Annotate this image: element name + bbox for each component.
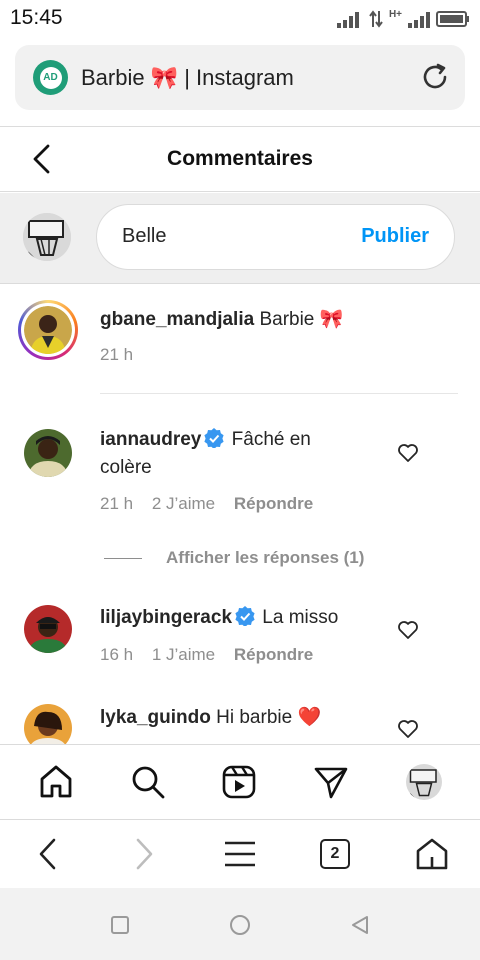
browser-home-button[interactable]: [412, 834, 452, 874]
browser-menu-button[interactable]: [220, 834, 260, 874]
browser-forward-button[interactable]: [124, 834, 164, 874]
status-time: 15:45: [10, 6, 63, 29]
comment-composer: Belle Publier: [0, 193, 480, 284]
recents-button[interactable]: [108, 913, 132, 937]
like-heart-icon[interactable]: [397, 443, 419, 463]
status-icons: H+: [336, 8, 470, 30]
tab-title[interactable]: Barbie 🎀 | Instagram: [81, 65, 294, 91]
caption-meta: 21 h: [100, 345, 147, 365]
comment-body: iannaudrey Fâché en colère: [100, 426, 320, 482]
caption-divider: [100, 393, 458, 394]
publish-button[interactable]: Publier: [361, 225, 429, 248]
nav-search[interactable]: [129, 763, 167, 801]
comment-username[interactable]: liljaybingerack: [100, 607, 232, 628]
comment-input[interactable]: Belle Publier: [96, 204, 455, 270]
commenter-avatar[interactable]: [24, 605, 72, 653]
caption-username[interactable]: gbane_mandjalia: [100, 309, 254, 330]
system-back-button[interactable]: [348, 913, 372, 937]
reels-icon: [222, 765, 256, 799]
nav-direct[interactable]: [312, 763, 350, 801]
signal-icon: [336, 12, 359, 28]
home-icon: [40, 765, 72, 798]
reload-icon[interactable]: [419, 61, 451, 93]
author-avatar[interactable]: [18, 300, 78, 360]
back-arrow-icon: [39, 838, 56, 870]
view-replies-button[interactable]: Afficher les réponses (1): [104, 546, 364, 570]
browser-url-bar[interactable]: AD Barbie 🎀 | Instagram: [15, 45, 465, 110]
system-nav-bar: [0, 888, 480, 960]
comment-item: lyka_guindo Hi barbie ❤️: [0, 704, 480, 744]
comment-time: 21 h: [100, 494, 134, 513]
divider: [0, 191, 480, 192]
signal-icon-2: [408, 12, 430, 28]
status-bar: 15:45 H+: [0, 0, 480, 40]
instagram-bottom-nav: [0, 744, 480, 820]
like-heart-icon[interactable]: [397, 719, 419, 739]
reply-button[interactable]: Répondre: [234, 645, 313, 664]
commenter-avatar[interactable]: [24, 429, 72, 477]
comment-meta: 21 h 2 J’aime Répondre: [100, 494, 327, 514]
browser-toolbar: 2: [0, 820, 480, 888]
page-title: Commentaires: [167, 147, 313, 170]
comment-body: lyka_guindo Hi barbie ❤️: [100, 704, 321, 732]
caption-body: gbane_mandjalia Barbie 🎀: [100, 306, 343, 334]
comment-likes[interactable]: 2 J’aime: [152, 494, 215, 513]
menu-icon: [225, 841, 255, 867]
comments-header: Commentaires: [0, 127, 480, 191]
like-heart-icon[interactable]: [397, 620, 419, 640]
network-type: H+: [388, 8, 402, 20]
forward-arrow-icon: [136, 838, 153, 870]
browser-back-button[interactable]: [28, 834, 68, 874]
verified-badge-icon: [204, 428, 224, 448]
site-badge-label: AD: [39, 66, 62, 89]
nav-profile[interactable]: [405, 763, 443, 801]
system-home-button[interactable]: [228, 913, 252, 937]
back-triangle-icon: [352, 916, 368, 934]
search-icon: [132, 766, 165, 799]
comment-username[interactable]: iannaudrey: [100, 429, 201, 450]
data-transfer-icon: [369, 10, 383, 28]
profile-avatar: [406, 764, 442, 800]
comment-input-text: Belle: [122, 225, 167, 247]
comment-text: Hi barbie ❤️: [210, 707, 322, 728]
direct-message-icon: [314, 767, 348, 799]
view-replies-label[interactable]: Afficher les réponses (1): [166, 548, 364, 568]
comment-body: liljaybingerack La misso: [100, 604, 338, 632]
commenter-avatar[interactable]: [24, 704, 72, 744]
view-replies-line: [104, 557, 142, 559]
nav-reels[interactable]: [220, 763, 258, 801]
home-circle-icon: [230, 915, 250, 935]
comment-username[interactable]: lyka_guindo: [100, 707, 211, 728]
comment-time: 16 h: [100, 645, 134, 664]
verified-badge-icon: [235, 606, 255, 626]
battery-icon: [436, 11, 469, 27]
caption-text: Barbie 🎀: [254, 309, 344, 330]
home-icon: [416, 838, 448, 870]
comment-text: La misso: [257, 607, 339, 628]
reply-button[interactable]: Répondre: [234, 494, 313, 513]
nav-home[interactable]: [37, 763, 75, 801]
browser-tabs-button[interactable]: 2: [315, 834, 355, 874]
recents-square-icon: [111, 916, 129, 934]
caption-time: 21 h: [100, 345, 134, 364]
site-security-badge-icon[interactable]: AD: [33, 60, 68, 95]
comment-likes[interactable]: 1 J’aime: [152, 645, 215, 664]
tabs-icon: 2: [320, 839, 350, 869]
comment-meta: 16 h 1 J’aime Répondre: [100, 645, 327, 665]
my-avatar[interactable]: [23, 213, 71, 261]
